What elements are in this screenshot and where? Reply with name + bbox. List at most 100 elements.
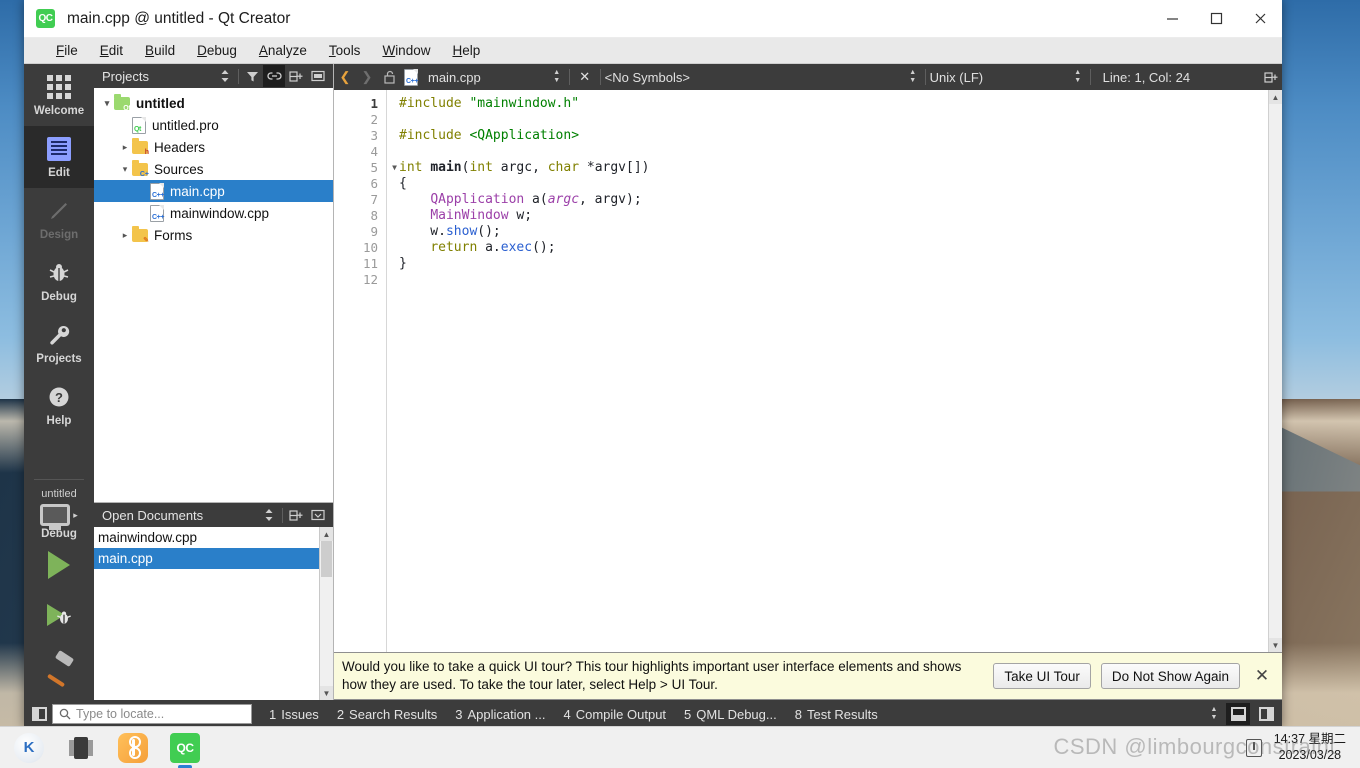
code-line: { xyxy=(399,176,1282,192)
maximize-button[interactable] xyxy=(1194,0,1238,37)
clock[interactable]: 14:37 星期二 2023/03/28 xyxy=(1274,732,1346,763)
code-editor[interactable]: 1 2 3 4 5 ▼ 6 7 8 9 10 11 12 #include "mainwindow.h"… xyxy=(334,90,1282,652)
output-pane-test-results[interactable]: 8 Test Results xyxy=(786,707,887,722)
clock-date: 2023/03/28 xyxy=(1278,747,1342,762)
close-panel-icon[interactable] xyxy=(307,504,329,526)
take-ui-tour-button[interactable]: Take UI Tour xyxy=(993,663,1091,689)
toggle-left-sidebar-button[interactable] xyxy=(28,704,50,724)
menu-file[interactable]: File xyxy=(56,43,78,58)
line-number: 7 xyxy=(370,192,378,207)
tree-item-untitled[interactable]: Qt untitled xyxy=(94,92,333,114)
lock-icon[interactable] xyxy=(378,70,400,84)
code-text[interactable]: #include "mainwindow.h" #include <QAppli… xyxy=(387,90,1282,652)
menu-analyze[interactable]: Analyze xyxy=(259,43,307,58)
view-selector-icon[interactable] xyxy=(214,65,236,87)
disclosure-arrow-icon[interactable] xyxy=(118,230,132,241)
kit-selector-button[interactable]: ▸ xyxy=(24,504,94,526)
open-document-mainwindow-cpp[interactable]: mainwindow.cpp xyxy=(94,527,333,548)
editor-filename[interactable]: main.cpp xyxy=(422,70,487,85)
code-line: return a.exec(); xyxy=(399,240,1282,256)
pane-number: 5 xyxy=(684,706,692,722)
menu-debug[interactable]: Debug xyxy=(197,43,237,58)
do-not-show-again-button[interactable]: Do Not Show Again xyxy=(1100,663,1240,689)
open-document-main-cpp[interactable]: main.cpp xyxy=(94,548,333,569)
scroll-up-icon[interactable]: ▲ xyxy=(1269,90,1282,104)
link-with-editor-icon[interactable] xyxy=(263,65,285,87)
split-pane-icon[interactable] xyxy=(285,65,307,87)
symbols-spinner-icon[interactable]: ▲ ▼ xyxy=(905,69,921,84)
qtcreator-icon[interactable]: QC xyxy=(170,732,200,763)
menu-tools[interactable]: Tools xyxy=(329,43,361,58)
editor-scrollbar[interactable]: ▲ ▼ xyxy=(1268,90,1282,652)
code-line: QApplication a(argc, argv); xyxy=(399,192,1282,208)
bottom-panel-icon xyxy=(1230,707,1246,721)
document-spinner-icon[interactable]: ▲ ▼ xyxy=(549,69,565,84)
output-pane-compile-output[interactable]: 4 Compile Output xyxy=(554,707,675,722)
tree-item-untitled-pro[interactable]: Qt untitled.pro xyxy=(94,114,333,136)
output-pane-spinner-icon[interactable]: ▲ ▼ xyxy=(1206,706,1222,721)
wrench-icon xyxy=(46,322,72,348)
split-pane-icon[interactable] xyxy=(285,504,307,526)
go-back-icon[interactable]: ❮ xyxy=(334,69,356,85)
files-icon[interactable] xyxy=(66,733,96,763)
project-tree[interactable]: Qt untitled Qt untitled.proh Headers C+ Source… xyxy=(94,88,333,502)
close-panel-icon[interactable] xyxy=(307,65,329,87)
line-ending-spinner-icon[interactable]: ▲ ▼ xyxy=(1070,69,1086,84)
output-pane-search-results[interactable]: 2 Search Results xyxy=(328,707,446,722)
open-documents-scrollbar[interactable]: ▲ ▼ xyxy=(319,527,333,700)
split-editor-icon[interactable] xyxy=(1260,71,1282,84)
menu-window[interactable]: Window xyxy=(382,43,430,58)
tree-item-main-cpp[interactable]: C++ main.cpp xyxy=(94,180,333,202)
mode-projects[interactable]: Projects xyxy=(24,312,94,374)
line-ending-dropdown[interactable]: Unix (LF) xyxy=(930,70,1070,85)
build-button[interactable] xyxy=(24,640,94,690)
output-pane-issues[interactable]: 1 Issues xyxy=(260,707,328,722)
run-button[interactable] xyxy=(24,540,94,590)
orange-app-icon[interactable] xyxy=(118,732,148,763)
taskbar: K QC 14:37 星期二 2023/03/28 xyxy=(0,726,1360,768)
disclosure-arrow-icon[interactable] xyxy=(118,142,132,153)
locator-input[interactable]: Type to locate... xyxy=(52,704,252,724)
minimize-button[interactable] xyxy=(1150,0,1194,37)
toggle-output-pane-button[interactable] xyxy=(1226,703,1250,725)
fold-marker-icon[interactable]: ▼ xyxy=(392,160,397,176)
mode-debug[interactable]: Debug xyxy=(24,250,94,312)
mode-edit[interactable]: Edit xyxy=(24,126,94,188)
disclosure-arrow-icon[interactable] xyxy=(100,98,114,109)
tree-item-forms[interactable]: ✎ Forms xyxy=(94,224,333,246)
close-document-icon[interactable]: ✕ xyxy=(574,69,596,85)
go-forward-icon[interactable]: ❯ xyxy=(356,69,378,85)
code-token: char xyxy=(547,160,580,175)
disclosure-arrow-icon[interactable] xyxy=(118,164,132,175)
tree-item-headers[interactable]: h Headers xyxy=(94,136,333,158)
mode-design[interactable]: Design xyxy=(24,188,94,250)
menu-build[interactable]: Build xyxy=(145,43,175,58)
clipboard-tray-icon[interactable] xyxy=(1245,738,1262,757)
scroll-up-icon[interactable]: ▲ xyxy=(320,527,333,541)
scrollbar-thumb[interactable] xyxy=(321,541,332,577)
scroll-down-icon[interactable]: ▼ xyxy=(320,686,333,700)
filter-icon[interactable] xyxy=(241,65,263,87)
mode-welcome[interactable]: Welcome xyxy=(24,64,94,126)
symbols-dropdown[interactable]: <No Symbols> xyxy=(605,70,905,85)
menu-edit[interactable]: Edit xyxy=(100,43,123,58)
code-line: #include "mainwindow.h" xyxy=(399,96,1282,112)
scroll-down-icon[interactable]: ▼ xyxy=(1269,638,1282,652)
mode-help[interactable]: ? Help xyxy=(24,374,94,436)
view-selector-icon[interactable] xyxy=(258,504,280,526)
kdevelop-icon[interactable]: K xyxy=(14,732,44,763)
menu-help[interactable]: Help xyxy=(452,43,480,58)
code-line: int main(int argc, char *argv[]) xyxy=(399,160,1282,176)
close-info-bar-icon[interactable]: ✕ xyxy=(1250,666,1274,686)
toggle-right-sidebar-button[interactable] xyxy=(1254,703,1278,725)
open-documents-list[interactable]: mainwindow.cpp main.cpp ▲ ▼ xyxy=(94,527,333,700)
tree-item-sources[interactable]: C+ Sources xyxy=(94,158,333,180)
close-button[interactable] xyxy=(1238,0,1282,37)
output-pane-application[interactable]: 3 Application ... xyxy=(446,707,554,722)
tree-item-mainwindow-cpp[interactable]: C++ mainwindow.cpp xyxy=(94,202,333,224)
output-pane-qml-debug[interactable]: 5 QML Debug... xyxy=(675,707,786,722)
run-debug-button[interactable] xyxy=(24,590,94,640)
open-documents-header: Open Documents xyxy=(94,503,333,527)
code-token: int xyxy=(469,160,493,175)
